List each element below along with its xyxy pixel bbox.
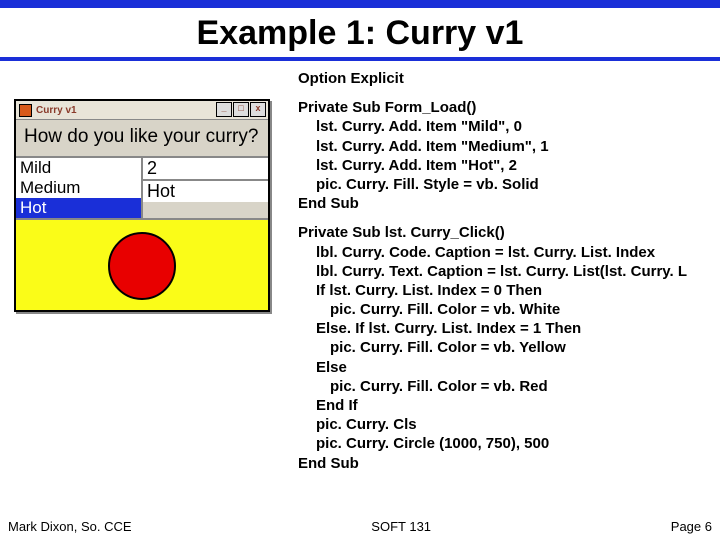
- code-line: pic. Curry. Fill. Style = vb. Solid: [298, 175, 712, 194]
- list-item[interactable]: Mild: [16, 158, 141, 178]
- slide-body: Curry v1 _ □ x How do you like your curr…: [0, 69, 720, 473]
- minimize-button[interactable]: _: [216, 102, 232, 117]
- close-button[interactable]: x: [250, 102, 266, 117]
- code-column: Option Explicit Private Sub Form_Load() …: [298, 69, 712, 473]
- slide-accent-bar: [0, 0, 720, 8]
- footer-center: SOFT 131: [371, 519, 431, 534]
- code-line: pic. Curry. Fill. Color = vb. White: [298, 300, 712, 319]
- code-line: End Sub: [298, 454, 712, 473]
- window-titlebar: Curry v1 _ □ x: [16, 101, 268, 120]
- footer-left: Mark Dixon, So. CCE: [8, 519, 132, 534]
- curry-listbox[interactable]: Mild Medium Hot: [16, 158, 143, 218]
- code-line: Else: [298, 358, 712, 377]
- footer-right: Page 6: [671, 519, 712, 534]
- info-column: 2 Hot: [143, 158, 268, 218]
- left-column: Curry v1 _ □ x How do you like your curr…: [8, 69, 298, 473]
- code-line: pic. Curry. Cls: [298, 415, 712, 434]
- picture-box: [16, 218, 268, 310]
- code-line: If lst. Curry. List. Index = 0 Then: [298, 281, 712, 300]
- list-item[interactable]: Medium: [16, 178, 141, 198]
- code-line: Else. If lst. Curry. List. Index = 1 The…: [298, 319, 712, 338]
- code-line: Option Explicit: [298, 69, 712, 88]
- code-line: lst. Curry. Add. Item "Mild", 0: [298, 117, 712, 136]
- spacer: [298, 213, 712, 223]
- code-line: pic. Curry. Fill. Color = vb. Yellow: [298, 338, 712, 357]
- code-line: End If: [298, 396, 712, 415]
- code-line: pic. Curry. Fill. Color = vb. Red: [298, 377, 712, 396]
- code-line: lbl. Curry. Code. Caption = lst. Curry. …: [298, 243, 712, 262]
- code-line: Private Sub lst. Curry_Click(): [298, 223, 712, 242]
- list-item-selected[interactable]: Hot: [16, 198, 141, 218]
- code-line: lst. Curry. Add. Item "Medium", 1: [298, 137, 712, 156]
- prompt-label: How do you like your curry?: [16, 120, 268, 156]
- mid-row: Mild Medium Hot 2 Hot: [16, 156, 268, 218]
- window-title: Curry v1: [36, 105, 77, 116]
- code-line: pic. Curry. Circle (1000, 750), 500: [298, 434, 712, 453]
- maximize-button[interactable]: □: [233, 102, 249, 117]
- footer: Mark Dixon, So. CCE SOFT 131 Page 6: [0, 519, 720, 534]
- vb-form-window: Curry v1 _ □ x How do you like your curr…: [14, 99, 270, 312]
- code-line: lst. Curry. Add. Item "Hot", 2: [298, 156, 712, 175]
- text-label: Hot: [143, 181, 268, 202]
- index-label: 2: [143, 158, 268, 181]
- curry-circle: [108, 232, 176, 300]
- code-line: lbl. Curry. Text. Caption = lst. Curry. …: [298, 262, 712, 281]
- app-icon: [19, 104, 32, 117]
- code-line: End Sub: [298, 194, 712, 213]
- slide-title: Example 1: Curry v1: [0, 14, 720, 61]
- code-line: Private Sub Form_Load(): [298, 98, 712, 117]
- window-controls: _ □ x: [215, 102, 266, 117]
